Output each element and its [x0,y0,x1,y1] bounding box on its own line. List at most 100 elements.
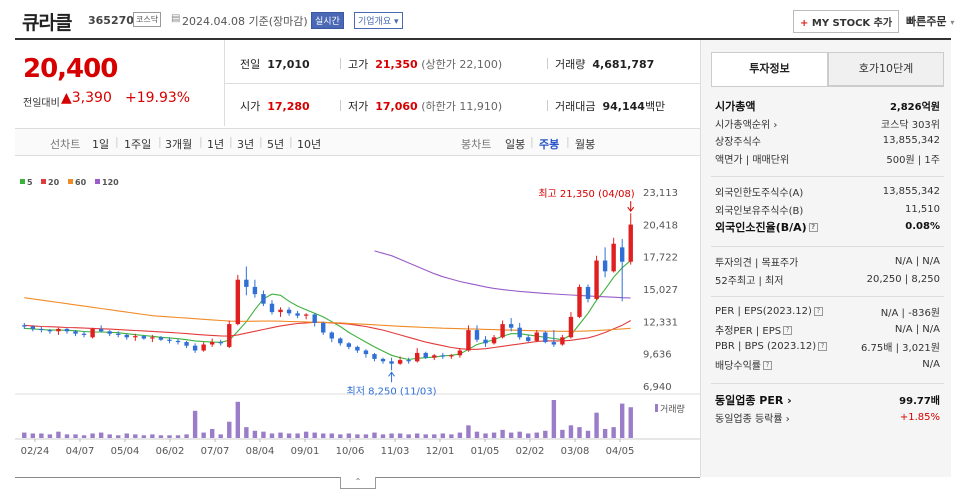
company-overview-button[interactable]: 기업개요 ▾ [354,12,403,29]
price-change-pct: +19.93% [125,90,191,106]
candle-body [602,260,608,272]
candle-body [457,350,463,356]
volume-bar [500,429,505,438]
candle-body [150,337,155,339]
volume-bar [397,433,403,438]
volume-bar [141,435,147,438]
company-overview-label: 기업개요 [358,17,392,27]
ma-line-20 [24,320,631,350]
candle-body [346,343,352,347]
candle-body [508,324,514,328]
divider [547,100,548,111]
help-icon[interactable]: ? [763,361,772,370]
collapse-chart-button[interactable]: ⌃ [340,477,376,489]
volume-bar [312,432,317,438]
panel-row-label: PER | EPS(2023.12)? [715,306,823,317]
volume-bar [619,403,625,438]
upper-limit: (상한가 22,100) [421,58,503,71]
price-chart[interactable]: 5 20 60 120 23,113 20,418 17,722 15,027 12,331 9,… [15,172,700,472]
period-monthly[interactable]: 월봉 [575,136,595,152]
volume-bar [534,432,539,438]
volume-bar [30,433,36,438]
candle-body [338,338,343,344]
panel-row-label: 동일업종 등락률 › [715,413,790,425]
tab-hoga[interactable]: 호가10단계 [828,52,944,86]
x-tick-label: 02/02 [516,446,545,457]
panel-row-value: +1.85% [899,411,940,423]
low-annotation: 최저 8,250 (11/03) [347,385,437,397]
panel-row-value: N/A | -836원 [880,308,940,319]
help-icon[interactable]: ? [808,223,818,232]
panel-row: PER | EPS(2023.12)? N/A | -836원 [715,303,940,320]
panel-divider [711,296,944,297]
stat-label: 전일 [240,58,261,71]
candle-body [432,355,437,358]
volume-bar [449,434,454,438]
volume-bar [517,431,522,438]
candle-body [278,309,283,313]
volume-bar [286,433,292,438]
help-icon[interactable]: ? [813,306,823,316]
plus-icon: + [800,18,809,29]
candle-body [124,334,129,338]
divider [225,83,700,84]
candle-body [619,247,625,262]
volume-bar [209,428,215,438]
period-3m[interactable]: 3개월 [165,136,192,152]
volume-bar [483,433,488,438]
legend-swatch [20,179,25,184]
help-icon[interactable]: ? [818,341,828,351]
period-10y[interactable]: 10년 [297,136,321,152]
candle-body [440,355,446,357]
panel-row-label: 배당수익률? [715,357,772,372]
panel-row-value: 500원 | 1주 [886,154,940,166]
x-tick-label: 06/02 [156,446,185,457]
stat-low: 저가 17,060 (하한가 11,910) [348,98,502,114]
volume-bar [133,434,138,438]
quick-order-button[interactable]: 빠른주문 ▾ [906,13,954,29]
candle-body [380,358,386,362]
candle-body [252,286,258,295]
panel-row-label: 시가총액 [715,99,756,113]
candle-body [406,360,411,362]
stat-value: 4,681,787 [592,58,655,71]
legend-swatch [68,179,73,184]
help-icon[interactable]: ? [783,326,793,335]
period-1d[interactable]: 1일 [92,136,109,152]
panel-row: 상장주식수 13,855,342 [715,132,940,149]
volume-bar [167,435,172,438]
tab-invest-info[interactable]: 투자정보 [711,52,828,86]
candle-body [47,330,53,332]
period-weekly[interactable]: 주봉 [539,136,559,152]
volume-bar [474,431,480,438]
stat-volume: 거래량 4,681,787 [555,56,654,72]
period-daily[interactable]: 일봉 [505,136,525,152]
panel-row-value: 코스닥 303위 [880,119,940,131]
period-1y[interactable]: 1년 [207,136,224,152]
period-5y[interactable]: 5년 [267,136,284,152]
panel-row-label: 외국인보유주식수(B) [715,205,804,217]
candle-body [22,325,27,327]
volume-bar [526,433,531,438]
period-1w[interactable]: 1주일 [124,136,151,152]
x-tick-label: 01/05 [471,446,500,457]
realtime-button[interactable]: 실시간 [311,12,344,29]
candle-body [90,328,95,338]
volume-bar [116,435,121,438]
stat-value: 17,280 [267,100,310,113]
candle-body [363,350,369,355]
volume-bar [585,430,591,438]
period-3y[interactable]: 3년 [237,136,254,152]
panel-row-value: N/A | N/A [894,323,940,335]
y-tick-label: 12,331 [643,317,678,328]
volume-legend-swatch [655,404,658,412]
candle-body [543,332,548,343]
candle-body [414,352,420,362]
candle-body [269,303,275,313]
panel-row-label: 52주최고 | 최저 [715,275,784,287]
divider: | [259,135,263,148]
panel-divider [711,176,944,177]
stat-label: 고가 [348,58,369,71]
add-mystock-button[interactable]: + MY STOCK 추가 [793,10,900,33]
candle-body [594,260,599,299]
